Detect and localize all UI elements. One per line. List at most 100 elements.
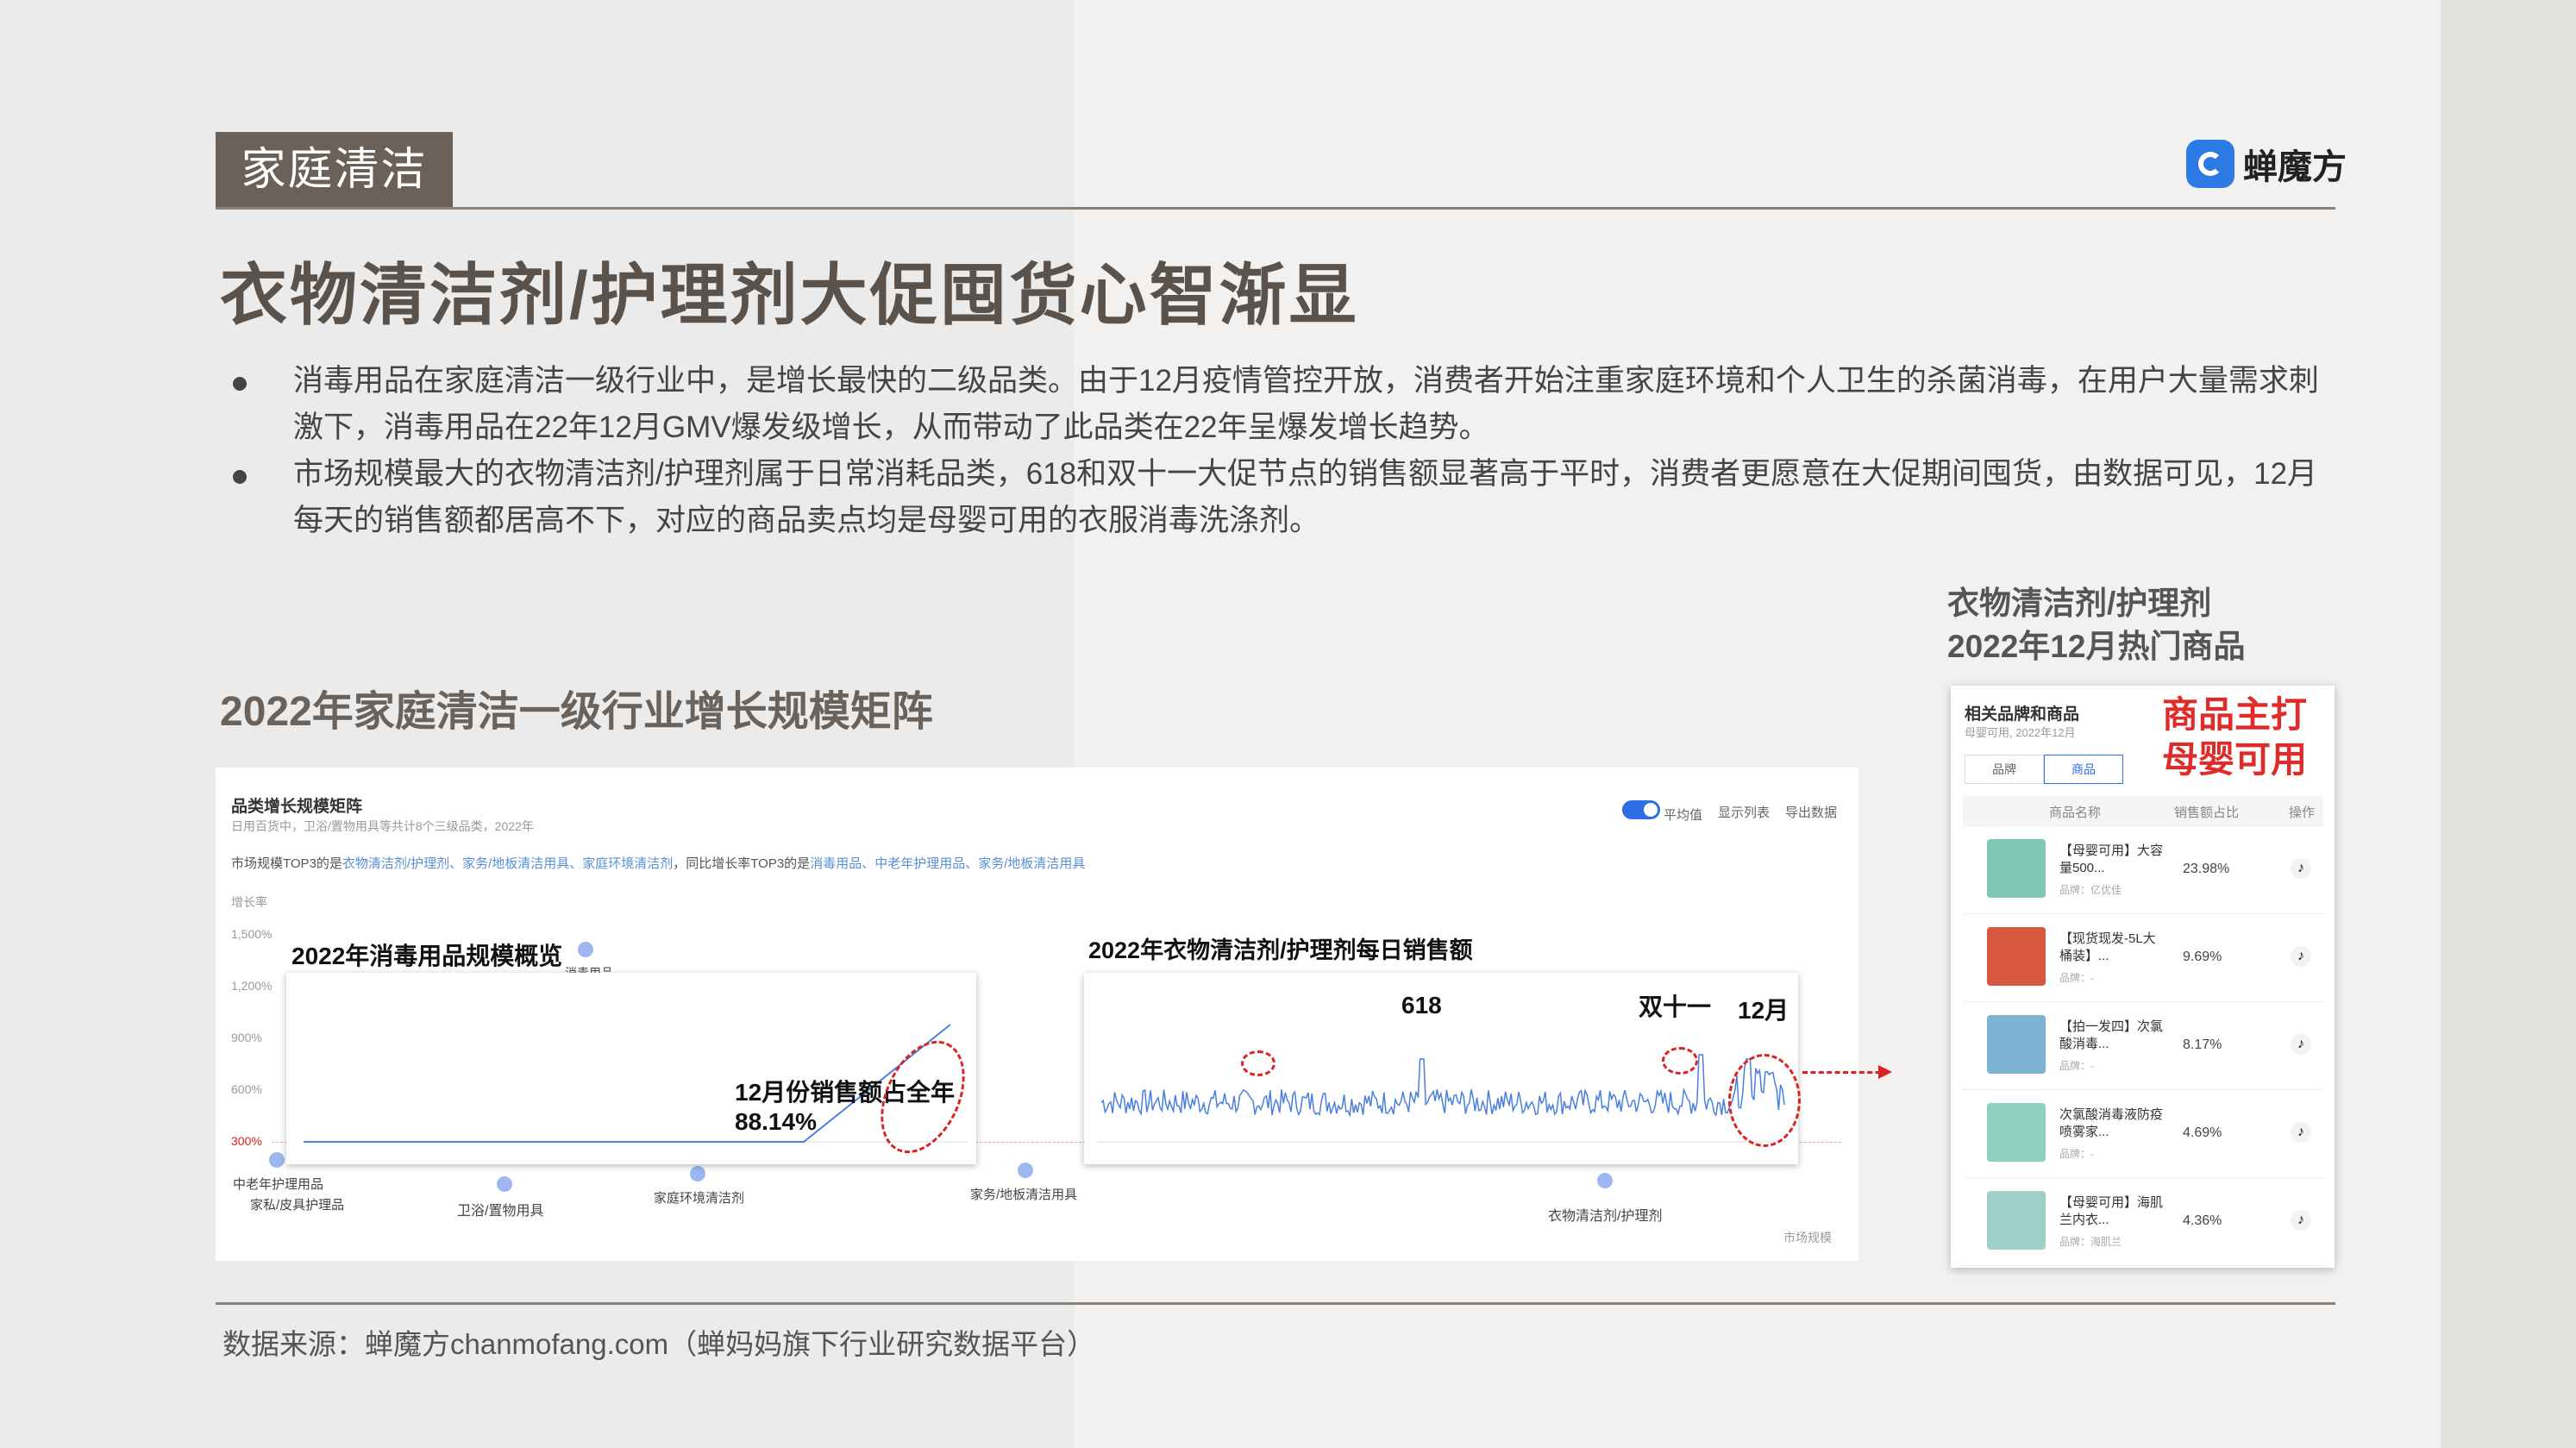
product-brand: 品牌：海肌兰 bbox=[2059, 1236, 2122, 1248]
product-thumbnail bbox=[1987, 927, 2046, 986]
logo-icon bbox=[2186, 140, 2234, 188]
panel-subtitle: 母婴可用, 2022年12月 bbox=[1965, 726, 2076, 739]
panel-highlight: 商品主打 母婴可用 bbox=[2162, 693, 2307, 782]
product-row[interactable]: 【拍一发四】次氯酸消毒... 品牌：- 8.17% ♪ bbox=[1963, 1003, 2323, 1090]
product-thumbnail bbox=[1987, 839, 2046, 898]
right-title: 衣物清洁剂/护理剂 2022年12月热门商品 bbox=[1947, 582, 2245, 668]
annotation-618: 618 bbox=[1401, 992, 1442, 1019]
inset1-title: 2022年消毒用品规模概览 bbox=[291, 943, 563, 969]
product-share: 4.69% bbox=[2183, 1125, 2222, 1140]
desc-mid: ，同比增长率TOP3的是 bbox=[673, 856, 811, 871]
tab-brand[interactable]: 品牌 bbox=[1965, 755, 2044, 784]
bullet-item: 市场规模最大的衣物清洁剂/护理剂属于日常消耗品类，618和双十一大促节点的销售额… bbox=[220, 451, 2324, 544]
footer-divider bbox=[216, 1302, 2335, 1305]
average-label: 平均值 bbox=[1663, 808, 1702, 823]
highlight-december bbox=[1728, 1054, 1801, 1147]
y-tick: 1,200% bbox=[231, 979, 273, 993]
highlight-line1: 商品主打 bbox=[2162, 694, 2308, 735]
product-brand: 品牌：- bbox=[2059, 972, 2094, 984]
bullet-item: 消毒用品在家庭清洁一级行业中，是增长最快的二级品类。由于12月疫情管控开放，消费… bbox=[220, 358, 2324, 451]
bullet-list: 消毒用品在家庭清洁一级行业中，是增长最快的二级品类。由于12月疫情管控开放，消费… bbox=[220, 358, 2324, 544]
category-point[interactable] bbox=[269, 1152, 285, 1168]
logo-text: 蝉魔方 bbox=[2243, 148, 2347, 186]
col-action: 操作 bbox=[2289, 805, 2316, 820]
product-row[interactable]: 【母婴可用】海肌兰内衣... 品牌：海肌兰 4.36% ♪ bbox=[1963, 1179, 2323, 1266]
matrix-header: 品类增长规模矩阵 bbox=[231, 798, 363, 816]
page-title: 衣物清洁剂/护理剂大促囤货心智渐显 bbox=[220, 257, 1359, 333]
background-right bbox=[2441, 0, 2576, 1448]
average-toggle[interactable]: 平均值 bbox=[1621, 800, 1702, 824]
x-axis-title: 市场规模 bbox=[1783, 1231, 1832, 1244]
highlight-618 bbox=[1241, 1050, 1275, 1076]
y-tick: 900% bbox=[231, 1031, 262, 1044]
header-divider bbox=[216, 207, 2335, 210]
product-thumbnail bbox=[1987, 1191, 2046, 1250]
product-name: 【母婴可用】大容量500... bbox=[2059, 843, 2164, 875]
product-brand: 品牌：亿优佳 bbox=[2059, 884, 2122, 896]
panel-tabs: 品牌 商品 bbox=[1965, 755, 2123, 784]
product-share: 9.69% bbox=[2183, 950, 2222, 964]
category-label: 家务/地板清洁用具 bbox=[970, 1188, 1078, 1202]
category-label: 中老年护理用品 bbox=[233, 1177, 324, 1192]
product-share: 23.98% bbox=[2183, 862, 2230, 876]
col-name: 商品名称 bbox=[2049, 805, 2102, 820]
highlight-1111 bbox=[1662, 1047, 1698, 1075]
section-title: 2022年家庭清洁一级行业增长规模矩阵 bbox=[220, 689, 933, 735]
y-axis-title: 增长率 bbox=[231, 895, 267, 909]
desc-growth-link[interactable]: 消毒用品、中老年护理用品、家务/地板清洁用具 bbox=[810, 856, 1085, 871]
category-tag: 家庭清洁 bbox=[216, 132, 453, 208]
y-tick: 1,500% bbox=[231, 927, 273, 941]
data-source: 数据来源：蝉魔方chanmofang.com（蝉妈妈旗下行业研究数据平台） bbox=[223, 1328, 1096, 1360]
growth-matrix-chart: 品类增长规模矩阵 日用百货中，卫浴/置物用具等共计8个三级品类，2022年 市场… bbox=[216, 768, 1858, 1261]
category-label: 衣物清洁剂/护理剂 bbox=[1548, 1209, 1663, 1224]
product-brand: 品牌：- bbox=[2059, 1148, 2094, 1160]
douyin-icon[interactable]: ♪ bbox=[2291, 858, 2311, 879]
col-share[interactable]: 销售额占比 bbox=[2174, 803, 2239, 821]
douyin-icon[interactable]: ♪ bbox=[2291, 946, 2311, 967]
product-row[interactable]: 【母婴可用】大容量500... 品牌：亿优佳 23.98% ♪ bbox=[1963, 827, 2323, 914]
matrix-description: 市场规模TOP3的是衣物清洁剂/护理剂、家务/地板清洁用具、家庭环境清洁剂，同比… bbox=[231, 854, 1085, 872]
desc-top3-link[interactable]: 衣物清洁剂/护理剂、家务/地板清洁用具、家庭环境清洁剂 bbox=[342, 856, 673, 871]
product-name: 【拍一发四】次氯酸消毒... bbox=[2059, 1019, 2164, 1051]
annotation-1111: 双十一 bbox=[1639, 994, 1712, 1020]
product-share: 4.36% bbox=[2183, 1213, 2222, 1228]
product-name: 【现货现发-5L大桶装】... bbox=[2059, 931, 2156, 963]
brand-logo: 蝉魔方 bbox=[2186, 134, 2347, 194]
product-name: 【母婴可用】海肌兰内衣... bbox=[2059, 1195, 2164, 1227]
table-header: 商品名称 销售额占比 操作 bbox=[1963, 796, 2323, 827]
hot-products-panel: 相关品牌和商品 母婴可用, 2022年12月 商品主打 母婴可用 品牌 商品 商… bbox=[1951, 686, 2335, 1268]
pointer-arrow bbox=[1802, 1065, 1892, 1079]
panel-title: 相关品牌和商品 bbox=[1965, 705, 2080, 724]
product-thumbnail bbox=[1987, 1015, 2046, 1074]
matrix-subtitle: 日用百货中，卫浴/置物用具等共计8个三级品类，2022年 bbox=[231, 819, 534, 833]
show-list-button[interactable]: 显示列表 bbox=[1718, 803, 1770, 821]
category-point[interactable] bbox=[690, 1166, 705, 1182]
category-point[interactable] bbox=[1597, 1173, 1613, 1188]
desc-prefix: 市场规模TOP3的是 bbox=[231, 856, 342, 871]
category-label: 卫浴/置物用具 bbox=[457, 1204, 544, 1219]
y-tick: 600% bbox=[231, 1082, 262, 1096]
product-row[interactable]: 【现货现发-5L大桶装】... 品牌：- 9.69% ♪ bbox=[1963, 915, 2323, 1002]
douyin-icon[interactable]: ♪ bbox=[2291, 1210, 2311, 1231]
export-button[interactable]: 导出数据 bbox=[1785, 803, 1837, 821]
product-name: 次氯酸消毒液防疫喷雾家... bbox=[2059, 1107, 2164, 1139]
douyin-icon[interactable]: ♪ bbox=[2291, 1034, 2311, 1055]
category-point[interactable] bbox=[497, 1176, 512, 1192]
right-title-line2: 2022年12月热门商品 bbox=[1947, 629, 2246, 664]
product-thumbnail bbox=[1987, 1103, 2046, 1162]
toggle-icon bbox=[1621, 800, 1660, 819]
y-tick: 300% bbox=[231, 1134, 262, 1148]
right-title-line1: 衣物清洁剂/护理剂 bbox=[1947, 586, 2212, 621]
product-share: 8.17% bbox=[2183, 1037, 2222, 1052]
tab-product[interactable]: 商品 bbox=[2044, 755, 2123, 784]
product-row[interactable]: 次氯酸消毒液防疫喷雾家... 品牌：- 4.69% ♪ bbox=[1963, 1091, 2323, 1178]
highlight-line2: 母婴可用 bbox=[2162, 739, 2308, 780]
category-label: 家庭环境清洁剂 bbox=[654, 1191, 745, 1206]
douyin-icon[interactable]: ♪ bbox=[2291, 1122, 2311, 1143]
disinfectant-overview-inset: 12月份销售额占全年 88.14% bbox=[286, 973, 982, 1167]
category-label: 家私/皮具护理品 bbox=[250, 1198, 345, 1213]
product-brand: 品牌：- bbox=[2059, 1060, 2094, 1072]
annotation-december: 12月 bbox=[1738, 997, 1789, 1024]
category-point[interactable] bbox=[1018, 1163, 1033, 1178]
category-point[interactable] bbox=[578, 942, 593, 957]
